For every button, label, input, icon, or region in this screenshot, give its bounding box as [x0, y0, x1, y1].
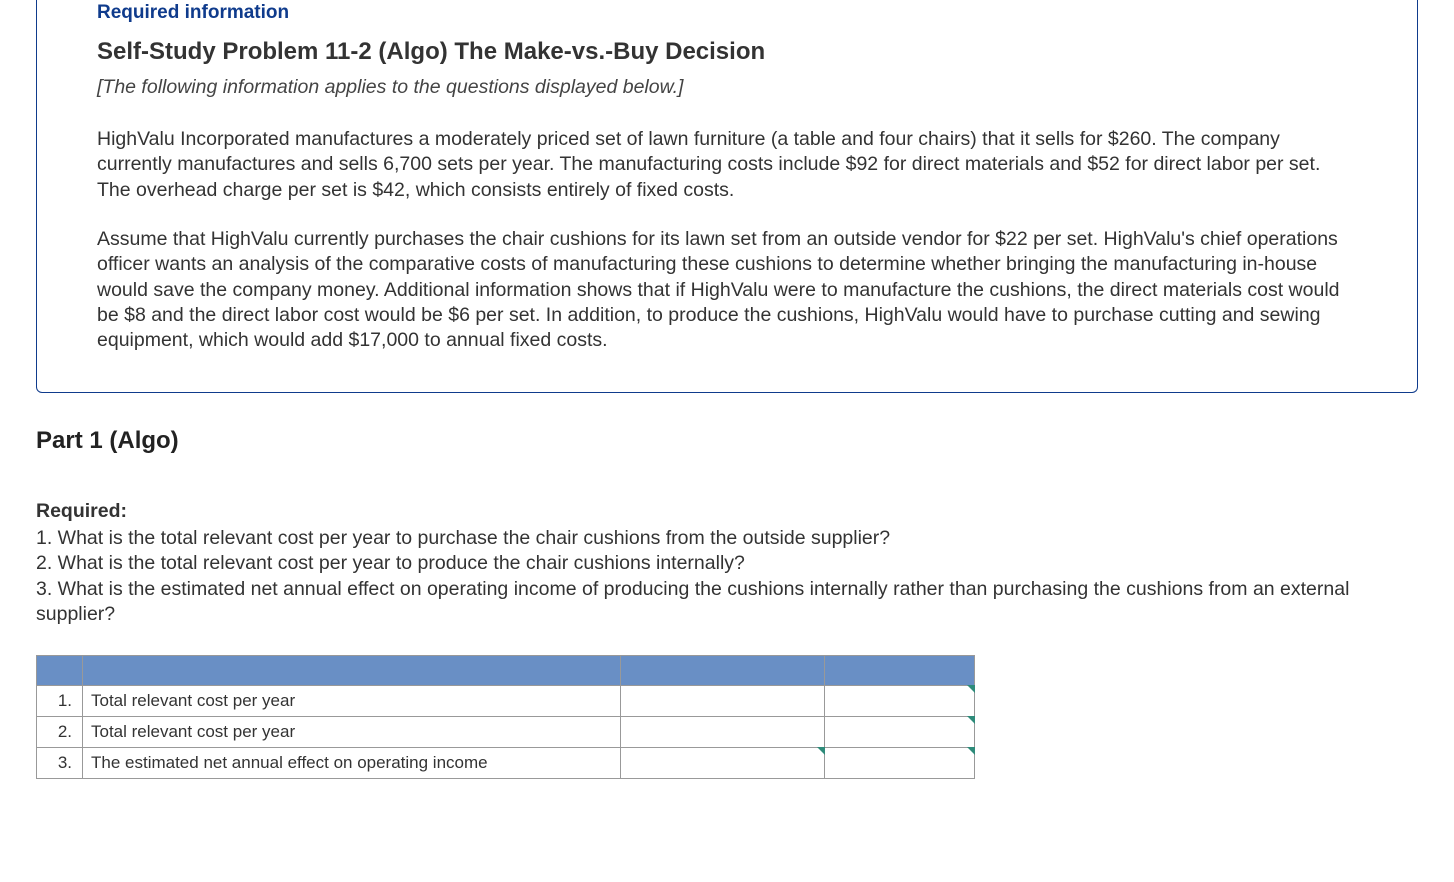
row-extra-input[interactable] — [825, 717, 975, 748]
header-cell-value — [621, 656, 825, 686]
header-cell-extra — [825, 656, 975, 686]
row-extra-input[interactable] — [825, 686, 975, 717]
required-label: Required: — [36, 499, 1418, 524]
problem-paragraph-1: HighValu Incorporated manufactures a mod… — [97, 127, 1357, 203]
dropdown-icon — [967, 747, 975, 755]
problem-paragraph-2: Assume that HighValu currently purchases… — [97, 227, 1357, 354]
row-num: 1. — [37, 686, 83, 717]
required-item-2: 2. What is the total relevant cost per y… — [36, 551, 1418, 576]
row-label: The estimated net annual effect on opera… — [83, 748, 621, 779]
row-label: Total relevant cost per year — [83, 717, 621, 748]
required-item-3: 3. What is the estimated net annual effe… — [36, 577, 1418, 628]
header-cell-num — [37, 656, 83, 686]
answer-table: 1. Total relevant cost per year 2. Total… — [36, 655, 975, 779]
table-row: 3. The estimated net annual effect on op… — [37, 748, 975, 779]
required-block: Required: 1. What is the total relevant … — [36, 499, 1418, 628]
applies-note: [The following information applies to th… — [97, 76, 1357, 99]
required-information-label: Required information — [97, 0, 1357, 24]
row-label: Total relevant cost per year — [83, 686, 621, 717]
required-item-1: 1. What is the total relevant cost per y… — [36, 526, 1418, 551]
header-cell-label — [83, 656, 621, 686]
dropdown-icon — [967, 716, 975, 724]
problem-title: Self-Study Problem 11-2 (Algo) The Make-… — [97, 38, 1357, 66]
required-information-box: Required information Self-Study Problem … — [36, 0, 1418, 393]
row-num: 2. — [37, 717, 83, 748]
row-value-input[interactable] — [621, 717, 825, 748]
row-value-input[interactable] — [621, 686, 825, 717]
row-num: 3. — [37, 748, 83, 779]
dropdown-icon — [967, 685, 975, 693]
part-title: Part 1 (Algo) — [36, 427, 1454, 455]
table-row: 2. Total relevant cost per year — [37, 717, 975, 748]
row-value-input[interactable] — [621, 748, 825, 779]
table-row: 1. Total relevant cost per year — [37, 686, 975, 717]
row-extra-input[interactable] — [825, 748, 975, 779]
